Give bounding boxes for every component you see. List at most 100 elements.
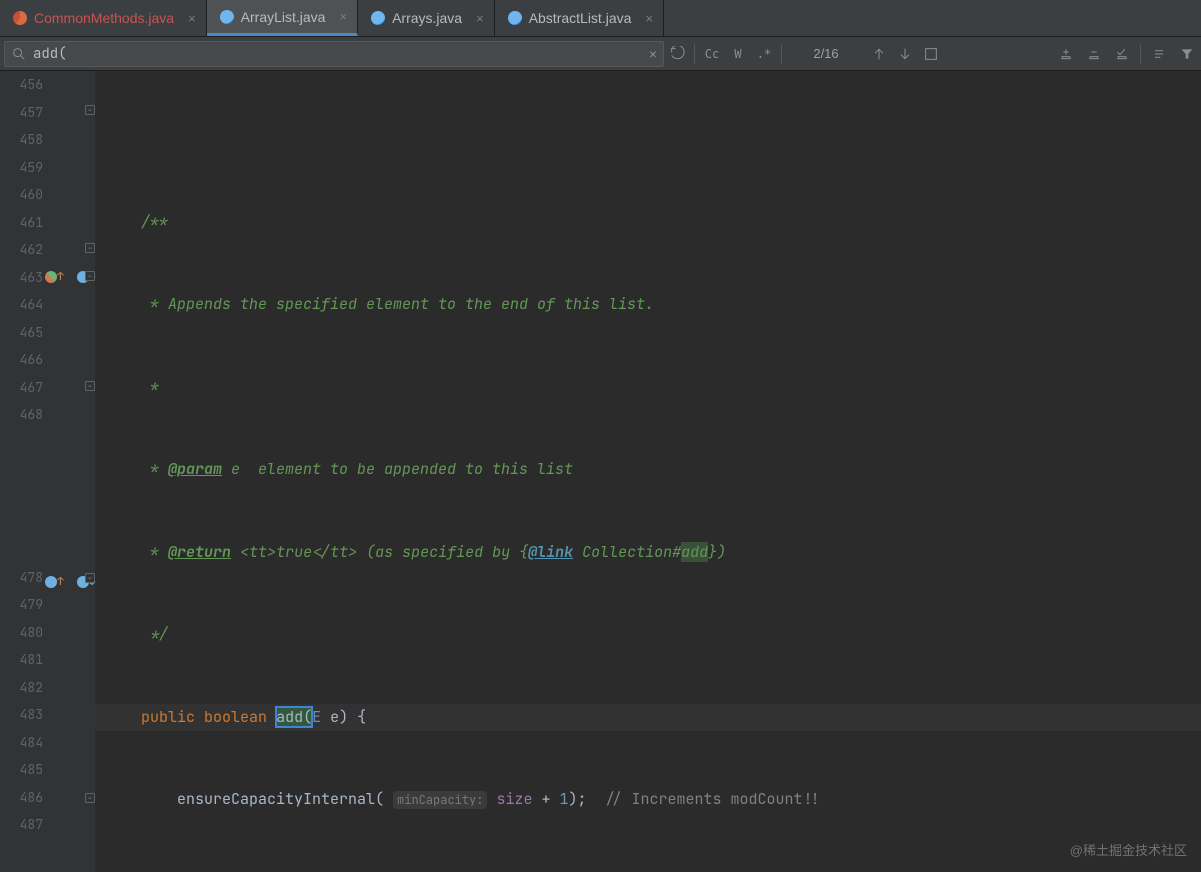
line-number: 468: [0, 401, 43, 429]
line-number: 463: [0, 264, 43, 292]
doc-comment: * Appends the specified element to the e…: [141, 294, 654, 314]
doc-comment: *: [141, 377, 159, 397]
tab-arraylist[interactable]: ArrayList.java ×: [207, 0, 358, 36]
line-number: 460: [0, 181, 43, 209]
param-hint: minCapacity:: [393, 791, 487, 809]
line-number: 486: [0, 784, 43, 812]
close-icon[interactable]: ×: [476, 11, 484, 26]
code-editor[interactable]: 456 457 458 459 460 461 462 463 464 465 …: [0, 71, 1201, 872]
code-area[interactable]: /** * Appends the specified element to t…: [95, 71, 1201, 872]
line-number: 479: [0, 591, 43, 619]
tab-commonmethods[interactable]: CommonMethods.java ×: [0, 0, 207, 36]
export-results-button[interactable]: [1145, 41, 1173, 67]
history-icon[interactable]: [664, 41, 690, 67]
line-number: 482: [0, 674, 43, 702]
fold-toggle-icon[interactable]: −: [85, 573, 95, 583]
tab-arrays[interactable]: Arrays.java ×: [358, 0, 495, 36]
separator: [1140, 44, 1141, 64]
line-number: 461: [0, 209, 43, 237]
java-file-icon: [507, 10, 523, 26]
line-number: 467: [0, 374, 43, 402]
whole-word-button[interactable]: W: [725, 41, 751, 67]
field: size: [496, 789, 532, 809]
separator: [781, 44, 782, 64]
fold-toggle-icon[interactable]: −: [85, 793, 95, 803]
code: e) {: [321, 707, 366, 727]
tab-label: ArrayList.java: [241, 9, 326, 25]
tab-label: AbstractList.java: [529, 10, 632, 26]
add-selection-button[interactable]: [1052, 41, 1080, 67]
select-all-button[interactable]: [918, 41, 944, 67]
search-highlight-current: add(: [276, 707, 312, 727]
java-file-icon: [219, 9, 235, 25]
tab-label: Arrays.java: [392, 10, 462, 26]
close-icon[interactable]: ×: [645, 11, 653, 26]
keyword: boolean: [204, 707, 267, 727]
close-icon[interactable]: ×: [339, 9, 347, 24]
javadoc-link-tag: @link: [528, 542, 573, 562]
tab-abstractlist[interactable]: AbstractList.java ×: [495, 0, 664, 36]
filter-button[interactable]: [1173, 41, 1201, 67]
fold-toggle-icon[interactable]: −: [85, 271, 95, 281]
javadoc-return-tag: @return: [168, 542, 231, 562]
close-icon[interactable]: ×: [188, 11, 196, 26]
line-number: 464: [0, 291, 43, 319]
java-file-icon: [12, 10, 28, 26]
match-count: 2/16: [786, 46, 866, 61]
select-all-occurrences-button[interactable]: [1108, 41, 1136, 67]
line-number: 481: [0, 646, 43, 674]
line-comment: // Increments modCount!!: [605, 789, 821, 809]
line-number: 459: [0, 154, 43, 182]
doc-comment: true: [276, 542, 312, 562]
doc-comment: *: [141, 542, 168, 562]
line-number: 480: [0, 619, 43, 647]
doc-comment: }): [708, 542, 726, 562]
line-number: 478: [0, 564, 43, 592]
line-number: 483: [0, 701, 43, 729]
line-number: 466: [0, 346, 43, 374]
separator: [694, 44, 695, 64]
line-number: 456: [0, 71, 43, 99]
doc-comment: Collection#: [573, 542, 681, 562]
code: +: [532, 789, 559, 809]
line-numbers: 456 457 458 459 460 461 462 463 464 465 …: [0, 71, 95, 872]
search-icon: [11, 46, 27, 62]
number: 1: [560, 789, 569, 809]
find-input-wrap: ×: [4, 41, 664, 67]
code: );: [569, 789, 605, 809]
line-number: 458: [0, 126, 43, 154]
doc-comment: *: [141, 459, 168, 479]
line-number: 465: [0, 319, 43, 347]
remove-selection-button[interactable]: [1080, 41, 1108, 67]
line-number: 462: [0, 236, 43, 264]
clear-search-icon[interactable]: ×: [649, 46, 657, 62]
code: ensureCapacityInternal(: [177, 789, 384, 809]
tab-label: CommonMethods.java: [34, 10, 174, 26]
fold-toggle-icon[interactable]: −: [85, 105, 95, 115]
regex-button[interactable]: .*: [751, 41, 777, 67]
fold-toggle-icon[interactable]: −: [85, 243, 95, 253]
line-number: 487: [0, 811, 43, 839]
type: E: [312, 707, 321, 727]
doc-comment: e element to be appended to this list: [222, 459, 573, 479]
search-input[interactable]: [33, 45, 649, 63]
find-toolbar: × Cc W .* 2/16: [0, 37, 1201, 71]
current-line: public boolean add(E e) {: [95, 704, 1201, 732]
fold-column: − − − − − −: [85, 71, 95, 872]
doc-comment: </tt> (as specified by {: [312, 542, 528, 562]
doc-comment: add: [681, 542, 708, 562]
fold-toggle-icon[interactable]: −: [85, 381, 95, 391]
javadoc-param-tag: @param: [168, 459, 222, 479]
prev-match-button[interactable]: [866, 41, 892, 67]
doc-comment: */: [141, 624, 168, 644]
doc-comment: <tt>: [231, 542, 276, 562]
java-file-icon: [370, 10, 386, 26]
doc-comment: /**: [141, 212, 168, 232]
editor-tab-bar: CommonMethods.java × ArrayList.java × Ar…: [0, 0, 1201, 37]
line-number: 485: [0, 756, 43, 784]
next-match-button[interactable]: [892, 41, 918, 67]
line-number: 484: [0, 729, 43, 757]
gutter: 456 457 458 459 460 461 462 463 464 465 …: [0, 71, 95, 872]
match-case-button[interactable]: Cc: [699, 41, 725, 67]
keyword: public: [141, 707, 195, 727]
